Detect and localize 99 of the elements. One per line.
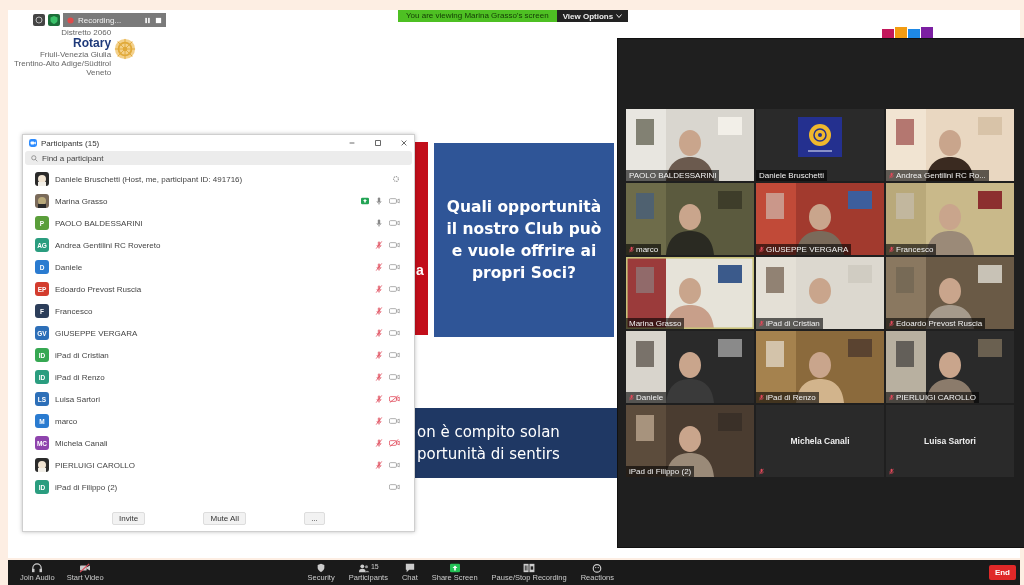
chat-icon	[403, 563, 416, 573]
rotary-wordmark: Rotary	[73, 37, 112, 50]
search-field[interactable]: Find a participant	[25, 151, 412, 165]
region-label: Trentino-Alto Adige/Südtirol	[14, 59, 112, 68]
district-label: Distretto 2060	[61, 28, 112, 37]
participant-name: Marina Grasso	[629, 319, 682, 328]
viewing-banner: You are viewing Marina Grasso's screen	[398, 10, 557, 22]
participant-row[interactable]: Marina Grasso	[23, 190, 414, 212]
colored-blocks-drawing	[882, 27, 936, 39]
question-text: Quali opportunità il nostro Club può e vuole offrire ai propri Soci?	[445, 197, 603, 284]
muted-microphone-icon[interactable]	[375, 461, 383, 469]
participant-name: GIUSEPPE VERGARA	[55, 328, 138, 338]
panel-button[interactable]: Mute All	[203, 512, 246, 525]
participant-name: Francesco	[55, 306, 93, 316]
participant-name: Michela Canali	[790, 436, 850, 446]
participant-name: marco	[636, 245, 659, 254]
participant-name: Daniele Bruschetti	[759, 171, 824, 180]
participant-name: Andrea Gentilini RC Rovereto	[55, 240, 161, 250]
muted-microphone-icon[interactable]	[375, 395, 383, 403]
caret-icon	[616, 14, 623, 18]
participant-name: PAOLO BALDESSARINI	[55, 218, 143, 228]
muted-microphone-icon[interactable]	[375, 373, 383, 381]
recording-label: Recording...	[78, 15, 123, 25]
muted-microphone-icon[interactable]	[375, 307, 383, 315]
panel-button[interactable]: ...	[304, 512, 325, 525]
shield-icon[interactable]	[48, 14, 60, 26]
close-icon[interactable]	[400, 139, 408, 147]
stop-icon[interactable]	[155, 16, 162, 24]
region-label: Friuli-Venezia Giulia	[39, 50, 112, 59]
participant-name: PIERLUIGI CAROLLO	[896, 393, 977, 402]
participant-name: Michela Canali	[55, 438, 108, 448]
window-title: Participants (15)	[41, 138, 100, 148]
muted-microphone-icon[interactable]	[375, 241, 383, 249]
participant-name: Luisa Sartori	[55, 394, 100, 404]
camera-icon[interactable]	[389, 461, 400, 469]
camera-icon[interactable]	[389, 285, 400, 293]
participant-name: iPad di Filippo (2)	[55, 482, 118, 492]
headphones-icon	[31, 563, 44, 573]
people-icon	[357, 563, 370, 573]
camera-off-icon[interactable]	[389, 439, 400, 447]
participant-name: Edoardo Prevost Ruscia	[896, 319, 983, 328]
microphone-icon[interactable]	[375, 219, 383, 227]
pause-icon[interactable]	[144, 16, 151, 24]
panel-button[interactable]: Invite	[112, 512, 146, 525]
camera-icon[interactable]	[389, 351, 400, 359]
participant-name: Daniele	[55, 262, 83, 272]
participant-name: PIERLUIGI CAROLLO	[55, 460, 136, 470]
participant-name: GIUSEPPE VERGARA	[766, 245, 849, 254]
participant-name: Andrea Gentilini RC Ro...	[896, 171, 986, 180]
camera-icon[interactable]	[389, 373, 400, 381]
participant-name: Daniele	[636, 393, 664, 402]
muted-microphone-icon[interactable]	[375, 329, 383, 337]
muted-microphone-icon[interactable]	[375, 351, 383, 359]
slide-text: a	[416, 261, 424, 278]
minimize-icon[interactable]	[348, 139, 356, 147]
participant-name: Marina Grasso	[55, 196, 108, 206]
search-icon	[31, 154, 38, 162]
participant-row[interactable]: PIERLUIGI CAROLLO	[23, 454, 414, 476]
participant-name: iPad di Cristian	[55, 350, 109, 360]
banner-text: on è compito solan	[417, 422, 561, 443]
participant-name: iPad di Renzo	[766, 393, 816, 402]
view-options-button[interactable]: View Options	[556, 10, 629, 22]
camera-icon[interactable]	[389, 241, 400, 249]
end-button[interactable]: End	[988, 565, 1016, 580]
participant-name: iPad di Renzo	[55, 372, 105, 382]
rotary-logo-icon	[798, 117, 842, 157]
app-icon	[29, 139, 37, 147]
wheel-icon	[114, 38, 137, 60]
pause-stop-icon	[523, 563, 536, 573]
participant-name: Francesco	[896, 245, 934, 254]
microphone-icon[interactable]	[375, 197, 383, 205]
participant-row[interactable]: Daniele Bruschetti (Host, me, participant ID: 491716)	[23, 168, 414, 190]
smiley-icon	[591, 563, 604, 573]
participant-name: Daniele Bruschetti (Host, me, participant ID: 491716)	[55, 174, 243, 184]
region-label: Veneto	[86, 68, 112, 77]
muted-microphone-icon[interactable]	[375, 263, 383, 271]
camera-icon[interactable]	[389, 307, 400, 315]
camera-icon[interactable]	[389, 329, 400, 337]
muted-microphone-icon[interactable]	[375, 439, 383, 447]
record-icon	[67, 16, 74, 24]
participant-name: Luisa Sartori	[924, 436, 976, 446]
info-icon[interactable]	[33, 14, 45, 26]
camera-icon[interactable]	[389, 263, 400, 271]
camera-icon[interactable]	[389, 219, 400, 227]
muted-microphone-icon[interactable]	[375, 417, 383, 425]
participant-name: iPad di Filippo (2)	[629, 467, 692, 476]
muted-microphone-icon[interactable]	[375, 285, 383, 293]
camera-icon[interactable]	[389, 417, 400, 425]
participant-name: PAOLO BALDESSARINI	[629, 171, 717, 180]
participant-name: Edoardo Prevost Ruscia	[55, 284, 142, 294]
banner-text: portunità di sentirs	[417, 444, 561, 465]
camera-off-icon	[79, 563, 92, 573]
participant-name: iPad di Cristian	[766, 319, 820, 328]
share-screen-icon	[448, 563, 461, 573]
camera-icon[interactable]	[389, 197, 400, 205]
participant-name: marco	[55, 416, 78, 426]
camera-off-icon[interactable]	[389, 395, 400, 403]
maximize-icon[interactable]	[374, 139, 382, 147]
camera-icon[interactable]	[389, 483, 400, 491]
